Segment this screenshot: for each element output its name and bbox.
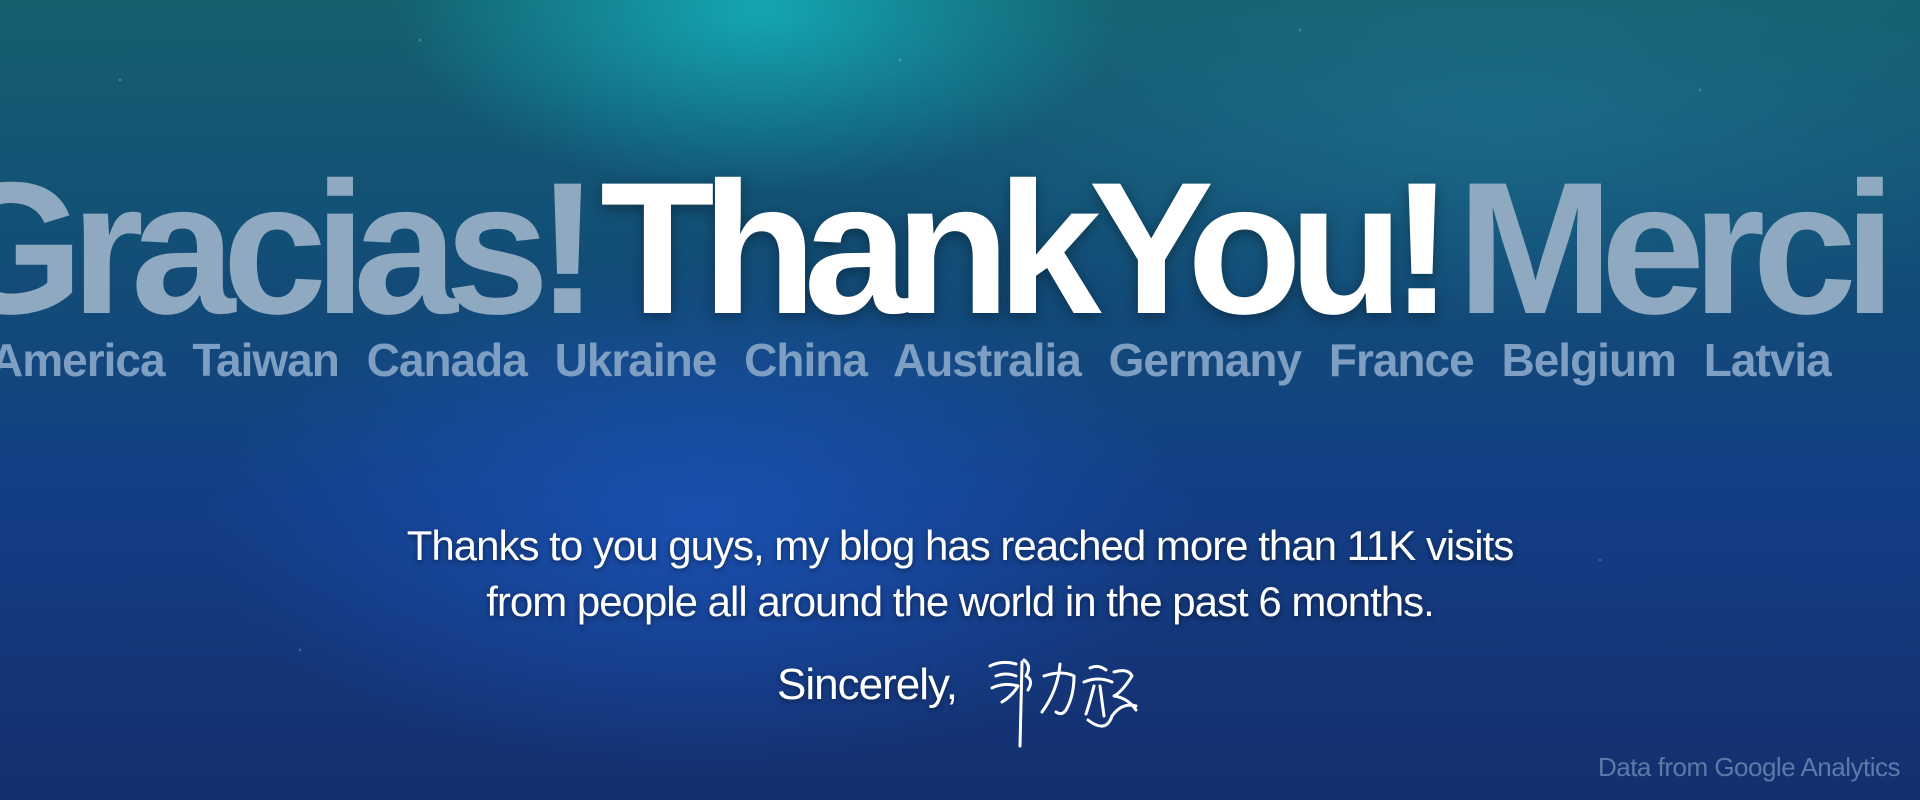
thanks-message: Thanks to you guys, my blog has reached …	[0, 518, 1920, 630]
headline-gracias: Gracias!	[0, 158, 599, 338]
countries-list: America Taiwan Canada Ukraine China Aust…	[0, 330, 1920, 390]
thank-you-banner: { "headline": { "left_word": "Gracias!",…	[0, 0, 1920, 800]
headline-thank-you: ThankYou!	[600, 158, 1453, 338]
country-name: Australia	[892, 334, 1082, 386]
country-name: America	[0, 334, 166, 386]
starfield-background	[0, 0, 1920, 800]
thanks-message-line-2: from people all around the world in the …	[486, 578, 1435, 625]
country-name: Germany	[1108, 334, 1302, 386]
country-name: China	[744, 334, 868, 386]
country-name: Latvia	[1703, 334, 1832, 386]
country-name: Taiwan	[192, 334, 340, 386]
signoff-text: Sincerely,	[777, 660, 958, 709]
headline-row: Gracias! ThankYou! Merci	[0, 158, 1920, 338]
country-name: France	[1328, 334, 1475, 386]
country-name: Belgium	[1501, 334, 1676, 386]
country-name: Canada	[366, 334, 528, 386]
data-source-note: Data from Google Analytics	[1597, 752, 1901, 782]
country-name: Ukraine	[554, 334, 718, 386]
headline-merci: Merci	[1457, 158, 1896, 338]
thanks-message-line-1: Thanks to you guys, my blog has reached …	[406, 522, 1514, 569]
handwritten-signature	[988, 658, 1138, 748]
